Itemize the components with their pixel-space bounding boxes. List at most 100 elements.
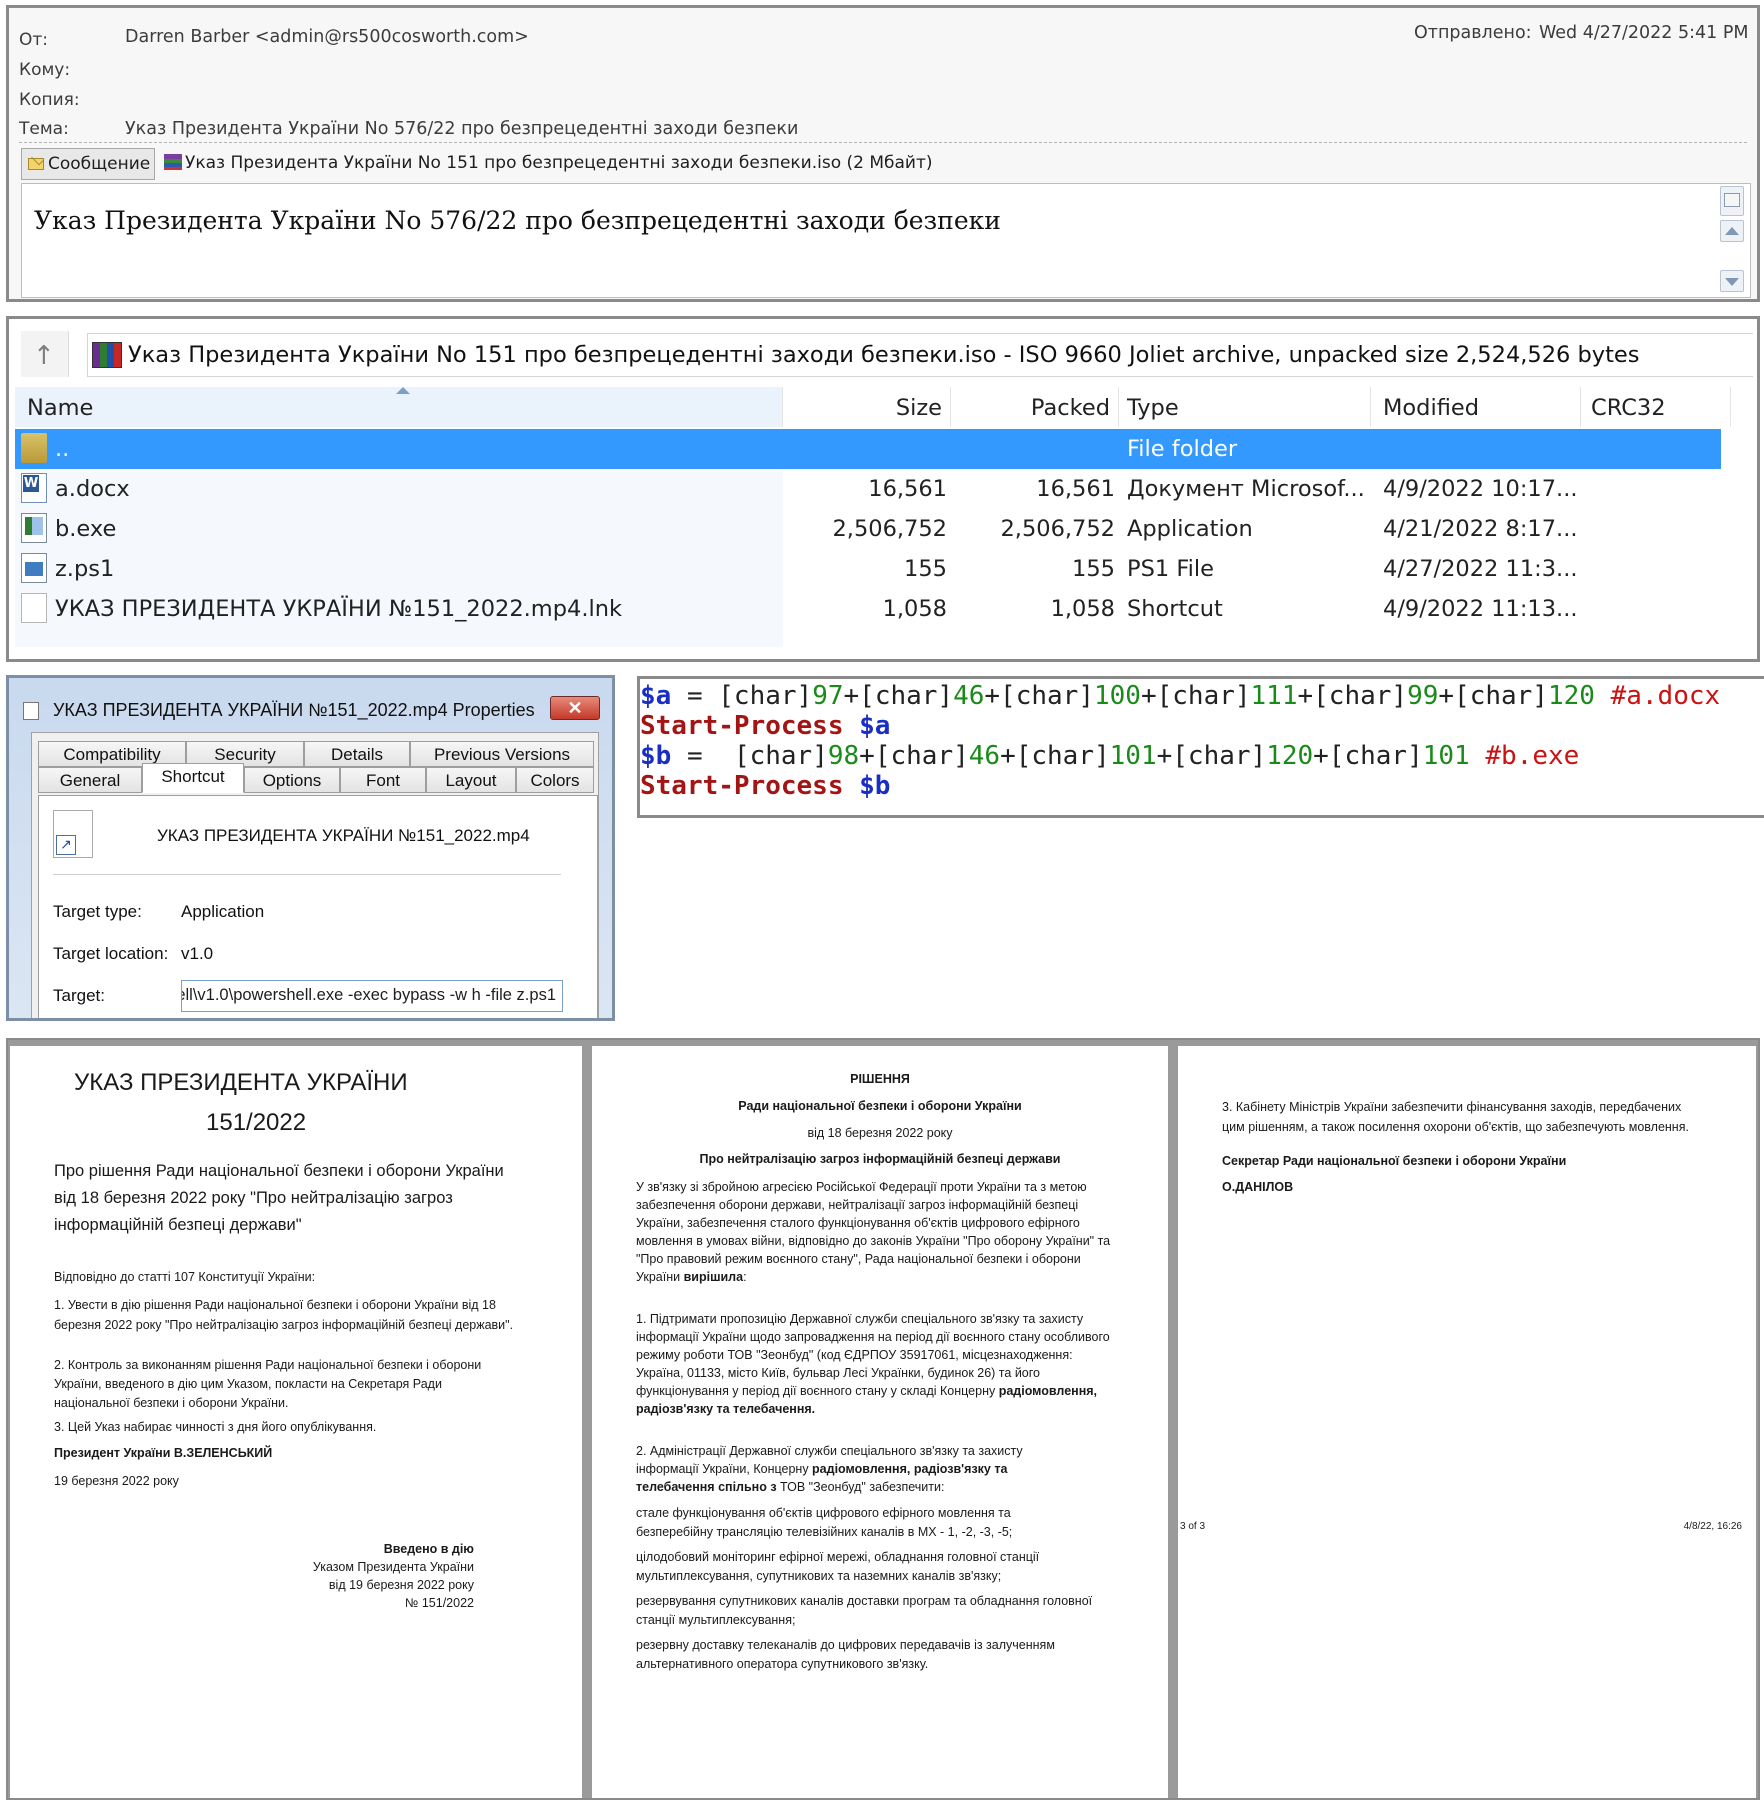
decision-intro-line: України вирішила: xyxy=(636,1268,747,1287)
message-body-text: Указ Президента України No 576/22 про бе… xyxy=(34,206,1001,235)
decision-point-line: інформації України щодо запровадження на… xyxy=(636,1330,1110,1344)
decree-number: 151/2022 xyxy=(206,1109,307,1136)
char-cast: [char] xyxy=(718,681,813,711)
table-row[interactable]: b.exe 2,506,752 2,506,752 Application 4/… xyxy=(15,509,1721,549)
column-header-size[interactable]: Size xyxy=(783,387,951,427)
document-page-1: УКАЗ ПРЕЗИДЕНТА УКРАЇНИ 151/2022 Про ріш… xyxy=(10,1046,582,1798)
column-header-packed[interactable]: Packed xyxy=(951,387,1119,427)
decision-point-line: радіозв'язку та телебачення. xyxy=(636,1402,816,1416)
char-code: 100 xyxy=(1093,681,1141,711)
target-type-label: Target type: xyxy=(53,902,142,921)
row-packed: 2,506,752 xyxy=(1000,516,1115,542)
tab-shortcut[interactable]: Shortcut xyxy=(142,763,244,793)
cc-label: Копия: xyxy=(19,90,80,110)
scroll-up-button[interactable] xyxy=(1720,220,1744,242)
row-type: File folder xyxy=(1127,436,1238,462)
decision-item-line: мультиплексування, супутникових та назем… xyxy=(636,1569,1002,1583)
table-row[interactable]: .. File folder xyxy=(15,429,1721,469)
row-packed: 16,561 xyxy=(1036,476,1115,502)
table-row[interactable]: z.ps1 155 155 PS1 File 4/27/2022 11:3... xyxy=(15,549,1721,589)
row-modified: 4/21/2022 8:17... xyxy=(1383,516,1578,542)
row-name: b.exe xyxy=(55,516,117,542)
code-line-1: $a = [char]97+[char]46+[char]100+[char]1… xyxy=(640,681,1720,711)
enacted-number: № 151/2022 xyxy=(404,1596,474,1610)
decree-paragraph: національної безпеки і оборони України. xyxy=(54,1396,289,1410)
char-cast: +[char] xyxy=(1438,681,1548,711)
tab-details[interactable]: Details xyxy=(304,741,410,767)
char-cast: +[char] xyxy=(1313,741,1423,771)
up-folder-button[interactable]: ↑ xyxy=(21,331,69,377)
code-cmdlet: Start-Process xyxy=(640,711,844,741)
column-header-type[interactable]: Type xyxy=(1119,387,1371,427)
from-label: От: xyxy=(19,30,49,50)
header-divider xyxy=(19,142,1747,143)
text-run: функціонування у період дії воєнного ста… xyxy=(636,1384,999,1398)
text-run: ТОВ "Зеонбуд" забезпечити: xyxy=(776,1480,945,1494)
tab-colors[interactable]: Colors xyxy=(516,767,594,793)
archive-path-text: Указ Президента України No 151 про безпр… xyxy=(128,342,1640,368)
decree-paragraph: 1. Увести в дію рішення Ради національно… xyxy=(54,1298,496,1312)
chevron-up-icon xyxy=(1725,227,1739,235)
column-header-modified[interactable]: Modified xyxy=(1371,387,1581,427)
decision-item-line: резервну доставку телеканалів до цифрови… xyxy=(636,1638,1055,1652)
tab-message[interactable]: Сообщение xyxy=(21,148,155,180)
column-header-name-label: Name xyxy=(27,395,94,421)
decision-point-line: 1. Підтримати пропозицію Державної служб… xyxy=(636,1312,1084,1326)
row-type: Shortcut xyxy=(1127,596,1223,622)
tab-font[interactable]: Font xyxy=(340,767,426,793)
text-run-bold: радіомовлення, xyxy=(998,1384,1098,1398)
target-field[interactable]: ell\v1.0\powershell.exe -exec bypass -w … xyxy=(181,980,563,1012)
path-bar: ↑ Указ Президента України No 151 про без… xyxy=(9,319,1757,387)
image-placeholder-icon[interactable] xyxy=(1720,186,1744,216)
dialog-title: УКАЗ ПРЕЗИДЕНТА УКРАЇНИ №151_2022.mp4 Pr… xyxy=(53,700,535,720)
message-body[interactable]: Указ Президента України No 576/22 про бе… xyxy=(21,183,1751,298)
char-code: 120 xyxy=(1547,681,1595,711)
scroll-down-button[interactable] xyxy=(1720,270,1744,292)
close-button[interactable]: ✕ xyxy=(550,696,600,720)
text-run: : xyxy=(743,1270,747,1284)
envelope-icon xyxy=(28,158,44,170)
row-size: 2,506,752 xyxy=(832,516,947,542)
decision-point-line: телебачення спільно з ТОВ "Зеонбуд" забе… xyxy=(636,1478,944,1497)
word-document-icon xyxy=(21,473,47,503)
row-size: 1,058 xyxy=(882,596,947,622)
tab-options[interactable]: Options xyxy=(244,767,340,793)
char-code: 97 xyxy=(812,681,844,711)
archive-path-field[interactable]: Указ Президента України No 151 про безпр… xyxy=(87,333,1753,377)
target-label: Target: xyxy=(53,986,105,1005)
attachment-label: Указ Президента України No 151 про безпр… xyxy=(185,153,933,173)
document-viewer: УКАЗ ПРЕЗИДЕНТА УКРАЇНИ 151/2022 Про ріш… xyxy=(6,1038,1760,1800)
from-value: Darren Barber <admin@rs500cosworth.com> xyxy=(125,27,529,47)
table-row[interactable]: УКАЗ ПРЕЗИДЕНТА УКРАЇНИ №151_2022.mp4.ln… xyxy=(15,589,1721,629)
char-cast: +[char] xyxy=(1000,741,1110,771)
tab-message-label: Сообщение xyxy=(48,154,151,174)
shortcut-file-icon xyxy=(21,593,47,623)
tab-layout[interactable]: Layout xyxy=(426,767,516,793)
row-name: z.ps1 xyxy=(55,556,115,582)
code-variable: $a xyxy=(640,681,672,711)
decision-item-line: резервування супутникових каналів достав… xyxy=(636,1594,1093,1608)
char-code: 120 xyxy=(1266,741,1314,771)
attachment-iso[interactable]: Указ Президента України No 151 про безпр… xyxy=(164,153,933,173)
char-code: 46 xyxy=(968,741,1001,771)
row-modified: 4/27/2022 11:3... xyxy=(1383,556,1578,582)
vertical-scrollbar[interactable] xyxy=(1718,186,1746,294)
table-row[interactable]: a.docx 16,561 16,561 Документ Microsof..… xyxy=(15,469,1721,509)
char-cast: [char] xyxy=(733,741,828,771)
decree-date: 19 березня 2022 року xyxy=(54,1474,179,1488)
tab-previous-versions[interactable]: Previous Versions xyxy=(410,741,594,767)
row-packed: 1,058 xyxy=(1050,596,1115,622)
chevron-down-icon xyxy=(1725,278,1739,286)
column-header-crc32[interactable]: CRC32 xyxy=(1581,387,1731,427)
target-type-value: Application xyxy=(181,902,265,921)
tab-general[interactable]: General xyxy=(38,767,142,793)
arrow-up-icon: ↑ xyxy=(33,341,55,371)
decision-point-line: функціонування у період дії воєнного ста… xyxy=(636,1382,1097,1401)
code-operator: = xyxy=(671,741,734,771)
decision-intro-line: мовлення в умовах війни, відповідно до з… xyxy=(636,1234,1111,1248)
decision-council: Ради національної безпеки і оборони Укра… xyxy=(738,1099,1022,1113)
decision-point-line: Україна, 01133, місто Київ, бульвар Лесі… xyxy=(636,1366,1040,1380)
column-header-name[interactable]: Name xyxy=(15,387,783,427)
code-line-2: Start-Process $a xyxy=(640,711,890,741)
document-page-2: РІШЕННЯ Ради національної безпеки і обор… xyxy=(592,1046,1168,1798)
